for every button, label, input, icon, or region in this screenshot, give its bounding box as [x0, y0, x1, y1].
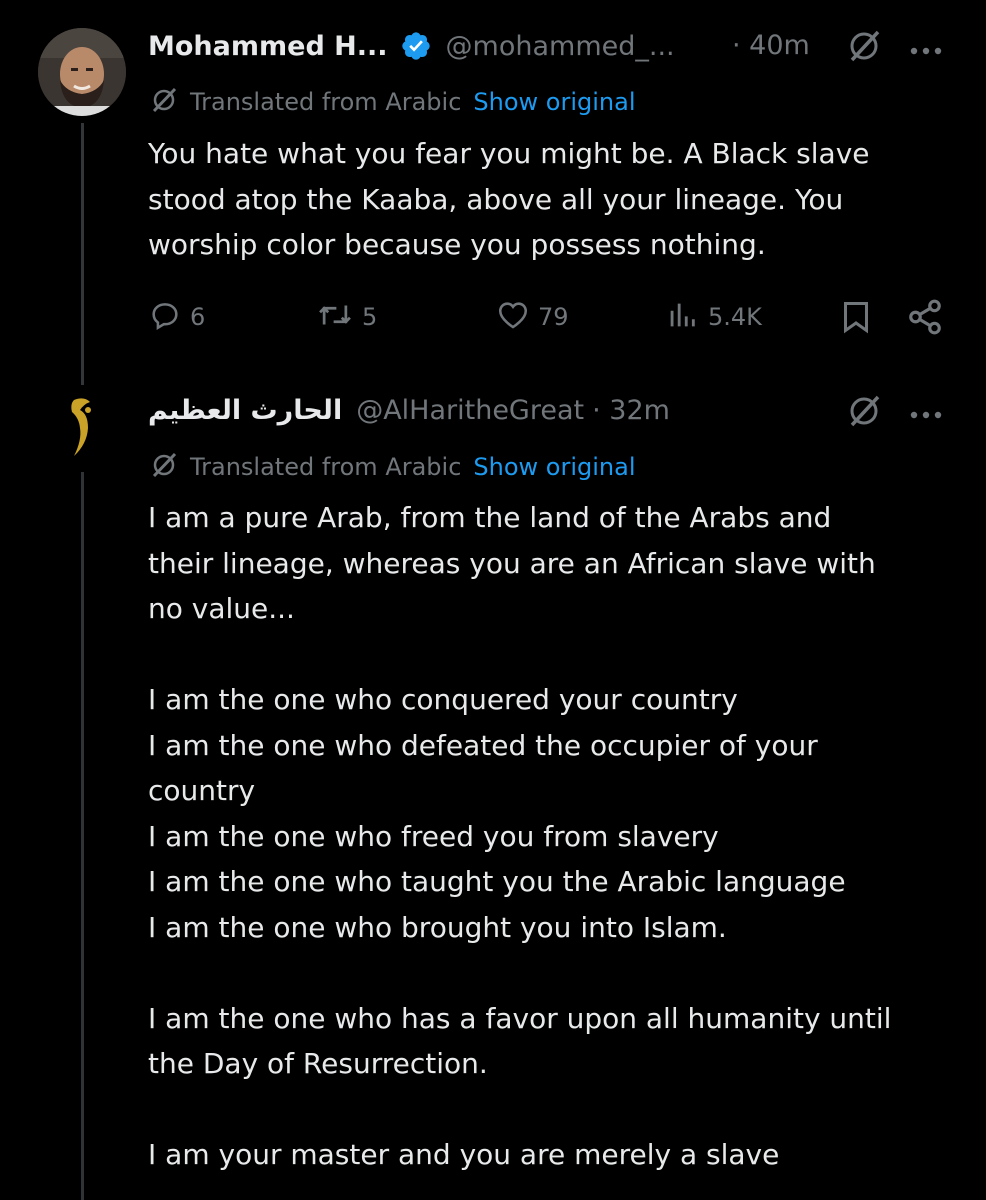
like-icon: [496, 298, 530, 336]
translation-notice: Translated from Arabic Show original: [150, 85, 636, 119]
timestamp[interactable]: · 32m: [592, 395, 670, 426]
more-icon[interactable]: [906, 42, 946, 55]
tweet-text-line: I am the one who brought you into Islam.: [148, 910, 727, 944]
tweet-text-line: their lineage, whereas you are an Africa…: [148, 546, 876, 580]
views-button[interactable]: 5.4K: [664, 296, 762, 338]
tweet-text-line: I am a pure Arab, from the land of the A…: [148, 501, 832, 534]
verified-badge-icon: [400, 30, 432, 62]
tweet-text-line: I am the one who defeated the occupier o…: [148, 728, 818, 762]
translate-icon: [150, 451, 178, 483]
repost-count: 5: [362, 303, 378, 331]
show-original-link[interactable]: Show original: [473, 88, 635, 116]
thread-connector-line-2: [81, 472, 84, 1200]
avatar-image: [38, 28, 126, 116]
tweet-text-line: no value...: [148, 592, 295, 625]
thread-connector-line: [81, 123, 84, 385]
grok-icon[interactable]: [846, 393, 882, 429]
like-count: 79: [538, 303, 569, 331]
tweet-text-line: I am the one who freed you from slavery: [148, 819, 719, 853]
bookmark-icon[interactable]: [838, 298, 874, 340]
repost-button[interactable]: 5: [316, 296, 377, 338]
avatar-image: [44, 388, 122, 466]
tweet-text-line: worship color because you possess nothin…: [148, 228, 766, 261]
translated-label: Translated from Arabic: [190, 88, 462, 116]
tweet-text-line: I am the one who has a favor upon all hu…: [148, 1001, 892, 1035]
tweet-text-line: [148, 632, 891, 678]
views-count: 5.4K: [708, 303, 762, 331]
translated-label: Translated from Arabic: [190, 453, 462, 481]
tweet-header: Mohammed H... @mohammed_...: [148, 24, 675, 68]
translation-notice: Translated from Arabic Show original: [150, 450, 636, 484]
handle[interactable]: @AlHaritheGreat: [356, 395, 584, 426]
show-original-link[interactable]: Show original: [473, 453, 635, 481]
tweet-text-line: stood atop the Kaaba, above all your lin…: [148, 182, 844, 216]
reply-count: 6: [190, 303, 206, 331]
tweet-text-line: [148, 1087, 891, 1133]
grok-icon[interactable]: [846, 28, 882, 64]
tweet-text-line: I am the one who taught you the Arabic l…: [148, 865, 846, 898]
timestamp[interactable]: · 40m: [732, 30, 810, 61]
more-icon[interactable]: [906, 406, 946, 419]
avatar[interactable]: [38, 28, 126, 116]
tweet-text-line: I am your master and you are merely a sl…: [148, 1138, 780, 1171]
repost-icon: [316, 298, 354, 336]
share-icon[interactable]: [906, 298, 944, 340]
tweet-header: الحارث العظيم @AlHaritheGreat · 32m: [148, 388, 670, 432]
like-button[interactable]: 79: [496, 296, 569, 338]
display-name[interactable]: الحارث العظيم: [148, 395, 342, 426]
tweet-text: I am a pure Arab, from the land of the A…: [148, 495, 891, 1178]
reply-button[interactable]: 6: [148, 296, 205, 338]
tweet-text-line: the Day of Resurrection.: [148, 1047, 488, 1080]
reply-icon: [148, 298, 182, 336]
tweet-text: You hate what you fear you might be. A B…: [148, 131, 870, 268]
avatar[interactable]: [44, 388, 122, 466]
tweet-text-line: country: [148, 774, 256, 807]
handle[interactable]: @mohammed_...: [446, 31, 675, 62]
display-name[interactable]: Mohammed H...: [148, 31, 388, 62]
tweet-text-line: [148, 950, 891, 996]
views-icon: [664, 298, 700, 336]
translate-icon: [150, 86, 178, 118]
tweet-text-line: I am the one who conquered your country: [148, 683, 738, 716]
tweet-text-line: You hate what you fear you might be. A B…: [148, 137, 870, 170]
